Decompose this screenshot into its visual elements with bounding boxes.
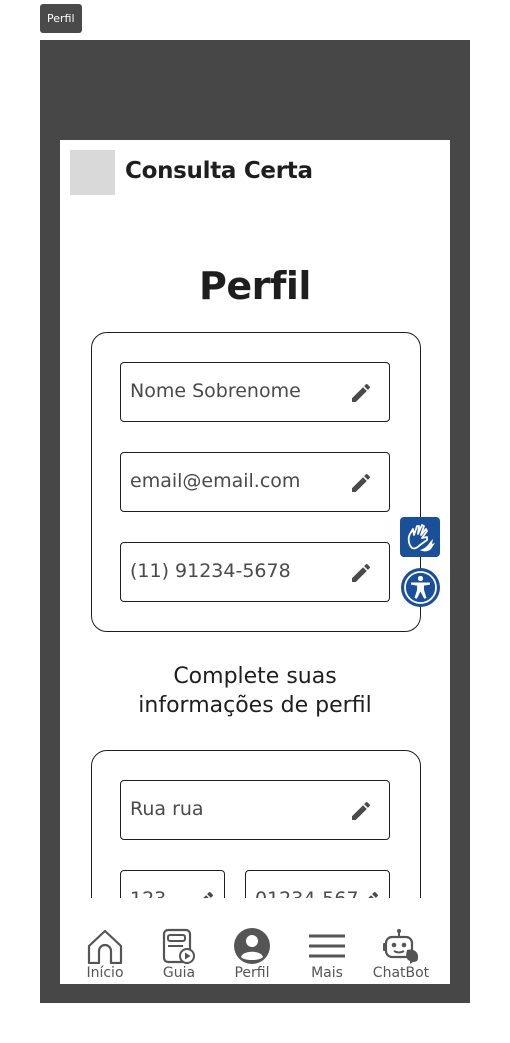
- nav-label: ChatBot: [372, 965, 430, 981]
- nav-label: Guia: [162, 965, 196, 981]
- profile-card: Nome Sobrenome email@email.com (11) 9123…: [91, 332, 421, 632]
- accessibility-button[interactable]: [400, 567, 441, 608]
- app-title: Consulta Certa: [125, 158, 313, 184]
- nav-label: Mais: [311, 965, 343, 981]
- chatbot-icon: [383, 929, 419, 964]
- subtitle-line-2: informações de perfil: [138, 693, 372, 718]
- complete-profile-heading: Complete suas informações de perfil: [60, 662, 450, 720]
- phone-field[interactable]: (11) 91234-5678: [120, 542, 390, 602]
- page-title: Perfil: [199, 264, 311, 308]
- accessibility-icon: [401, 568, 440, 607]
- edit-pencil-icon[interactable]: [349, 381, 373, 405]
- logo-placeholder: [70, 150, 115, 195]
- name-value: Nome Sobrenome: [130, 380, 301, 402]
- email-value: email@email.com: [130, 470, 301, 492]
- phone-screen: Consulta Certa Perfil Nome Sobrenome ema…: [60, 140, 450, 984]
- nav-item-perfil[interactable]: Perfil: [216, 898, 288, 984]
- sign-language-icon: [407, 524, 435, 552]
- street-value: Rua rua: [130, 798, 204, 820]
- nav-label: Perfil: [234, 965, 270, 981]
- app-header: Consulta Certa: [60, 140, 450, 210]
- street-field[interactable]: Rua rua: [120, 780, 390, 840]
- nav-label: Início: [86, 965, 124, 981]
- edit-pencil-icon[interactable]: [349, 799, 373, 823]
- home-icon: [87, 929, 123, 964]
- email-field[interactable]: email@email.com: [120, 452, 390, 512]
- nav-item-inicio[interactable]: Início: [69, 898, 141, 984]
- sign-language-button[interactable]: [400, 517, 440, 557]
- subtitle-line-1: Complete suas: [173, 664, 337, 689]
- frame-label: Perfil: [40, 4, 82, 33]
- edit-pencil-icon[interactable]: [349, 471, 373, 495]
- nav-item-mais[interactable]: Mais: [291, 898, 363, 984]
- name-field[interactable]: Nome Sobrenome: [120, 362, 390, 422]
- nav-item-chatbot[interactable]: ChatBot: [365, 898, 437, 984]
- edit-pencil-icon[interactable]: [349, 561, 373, 585]
- bottom-nav: Início Guia Perfil Mais ChatBot: [60, 898, 450, 984]
- phone-value: (11) 91234-5678: [130, 560, 291, 582]
- profile-icon: [234, 928, 270, 964]
- guide-icon: [162, 928, 195, 964]
- nav-item-guia[interactable]: Guia: [143, 898, 215, 984]
- menu-icon: [309, 934, 345, 958]
